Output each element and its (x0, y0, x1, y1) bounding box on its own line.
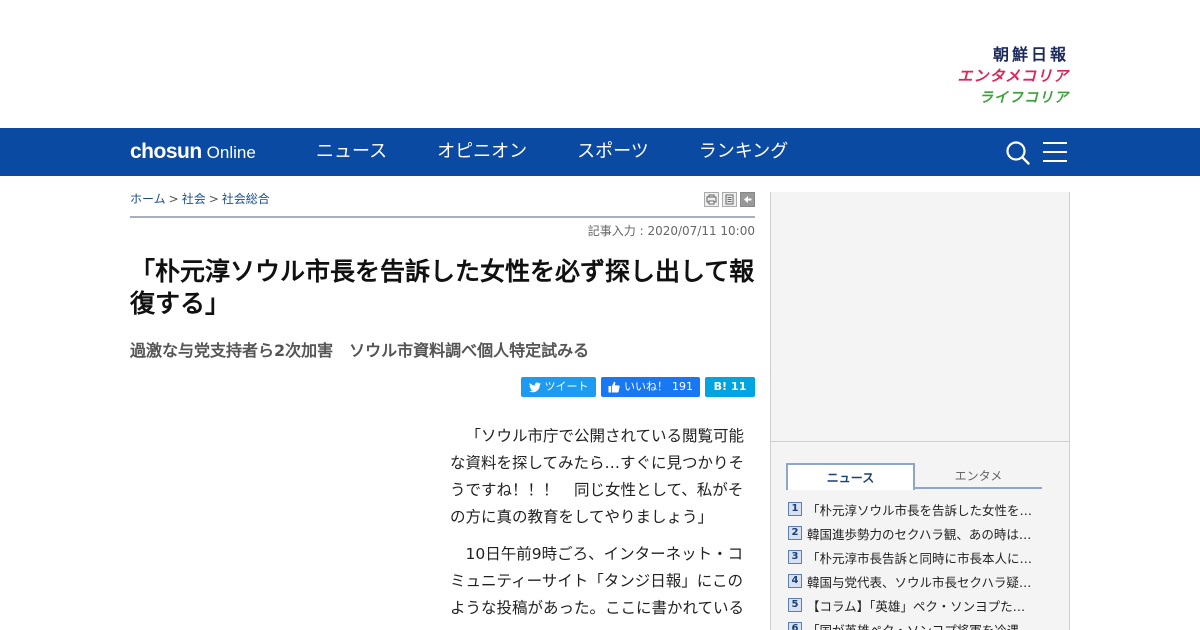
print-icon[interactable] (704, 192, 719, 207)
rank-title: 「朴元淳市長告訴と同時に市長本人に… (807, 550, 1033, 566)
brand-link-chosun-ilbo[interactable]: 朝鮮日報 (929, 44, 1069, 66)
ranking-item[interactable]: 3 「朴元淳市長告訴と同時に市長本人に… (788, 545, 1048, 569)
nav-item-news[interactable]: ニュース (316, 128, 387, 176)
brand-links: 朝鮮日報 エンタメコリア ライフコリア (929, 44, 1069, 110)
tweet-button[interactable]: ツイート (521, 377, 596, 397)
site-logo[interactable]: chosun Online (130, 138, 256, 166)
rank-title: 「国が英雄ペク・ソンヨプ将軍を冷遇… (807, 622, 1032, 630)
breadcrumb-society[interactable]: 社会 (182, 192, 206, 206)
article-main: ホーム > 社会 > 社会総合 記事入力 : 2020/07/11 10:00 「朴元淳… (130, 176, 755, 630)
twitter-bird-icon (528, 382, 541, 392)
rank-number: 3 (788, 550, 802, 564)
sidebar: ニュース エンタメ 1 「朴元淳ソウル市長を告訴した女性を… 2 韓国進歩勢力の… (770, 192, 1070, 630)
tab-news[interactable]: ニュース (786, 463, 915, 490)
article-headline: 「朴元淳ソウル市長を告訴した女性を必ず探し出して報復する」 (130, 257, 755, 318)
hatena-label: B! (713, 380, 728, 393)
article-body: 「ソウル市庁で公開されている閲覧可能な資料を探してみたら…すぐに見つかりそうです… (450, 423, 755, 630)
thumbs-up-icon (608, 381, 620, 393)
rank-title: 「朴元淳ソウル市長を告訴した女性を… (807, 502, 1033, 518)
rank-number: 5 (788, 598, 802, 612)
nav-item-ranking[interactable]: ランキング (699, 128, 788, 176)
navbar: chosun Online ニュース オピニオン スポーツ ランキング (0, 128, 1200, 176)
site-logo-bold: chosun (130, 140, 202, 163)
hatena-bookmark-button[interactable]: B! 11 (705, 377, 755, 397)
brand-link-life-korea[interactable]: ライフコリア (929, 88, 1069, 110)
article-date: 記事入力 : 2020/07/11 10:00 (587, 224, 755, 238)
breadcrumb-separator: > (208, 192, 219, 206)
rank-title: 韓国進歩勢力のセクハラ観、あの時は… (807, 526, 1032, 542)
nav-item-sports[interactable]: スポーツ (577, 128, 649, 176)
site-logo-light: Online (206, 143, 256, 162)
share-buttons: ツイート いいね！ 191 B! 11 (521, 377, 755, 397)
ranking-item[interactable]: 2 韓国進歩勢力のセクハラ観、あの時は… (788, 521, 1048, 545)
ranking-tabs: ニュース エンタメ (786, 463, 1042, 490)
search-icon[interactable] (1005, 140, 1031, 166)
like-count: 191 (672, 380, 693, 393)
article-subhead: 過激な与党支持者ら2次加害 ソウル市資料調べ個人特定試みる (130, 341, 590, 360)
rank-number: 4 (788, 574, 802, 588)
ranking-item[interactable]: 1 「朴元淳ソウル市長を告訴した女性を… (788, 497, 1048, 521)
ranking-list: 1 「朴元淳ソウル市長を告訴した女性を… 2 韓国進歩勢力のセクハラ観、あの時は… (788, 497, 1048, 630)
nav-menu: ニュース オピニオン スポーツ ランキング (316, 128, 838, 176)
title-rule (130, 216, 755, 218)
top-header: 朝鮮日報 エンタメコリア ライフコリア (0, 0, 1200, 128)
ranking-item[interactable]: 5 【コラム】「英雄」ペク・ソンヨプた… (788, 593, 1048, 617)
rank-number: 6 (788, 622, 802, 630)
breadcrumb: ホーム > 社会 > 社会総合 (130, 190, 270, 207)
text-size-icon[interactable] (722, 192, 737, 207)
tweet-label: ツイート (544, 380, 589, 393)
brand-link-entame-korea[interactable]: エンタメコリア (929, 66, 1069, 88)
sidebar-ad-area (771, 192, 1069, 442)
hatena-count: 11 (731, 380, 747, 393)
nav-item-opinion[interactable]: オピニオン (437, 128, 527, 176)
ranking-item[interactable]: 4 韓国与党代表、ソウル市長セクハラ疑… (788, 569, 1048, 593)
article-paragraph: 「ソウル市庁で公開されている閲覧可能な資料を探してみたら…すぐに見つかりそうです… (450, 427, 745, 526)
like-button[interactable]: いいね！ 191 (601, 377, 700, 397)
breadcrumb-separator: > (168, 192, 179, 206)
ranking-item[interactable]: 6 「国が英雄ペク・ソンヨプ将軍を冷遇… (788, 617, 1048, 630)
rank-title: 韓国与党代表、ソウル市長セクハラ疑… (807, 574, 1032, 590)
breadcrumb-home[interactable]: ホーム (130, 192, 166, 206)
tab-entame[interactable]: エンタメ (915, 463, 1042, 489)
article-paragraph: 10日午前9時ごろ、インターネット・コミュニティーサイト「タンジ日報」にこのよう… (450, 545, 745, 617)
rank-number: 1 (788, 502, 802, 516)
breadcrumb-society-general[interactable]: 社会総合 (222, 192, 270, 206)
hamburger-menu-icon[interactable] (1043, 141, 1067, 163)
rank-number: 2 (788, 526, 802, 540)
back-arrow-icon[interactable] (740, 192, 755, 207)
rank-title: 【コラム】「英雄」ペク・ソンヨプた… (807, 598, 1026, 614)
like-label: いいね！ (624, 380, 668, 393)
article-tools (704, 192, 755, 207)
